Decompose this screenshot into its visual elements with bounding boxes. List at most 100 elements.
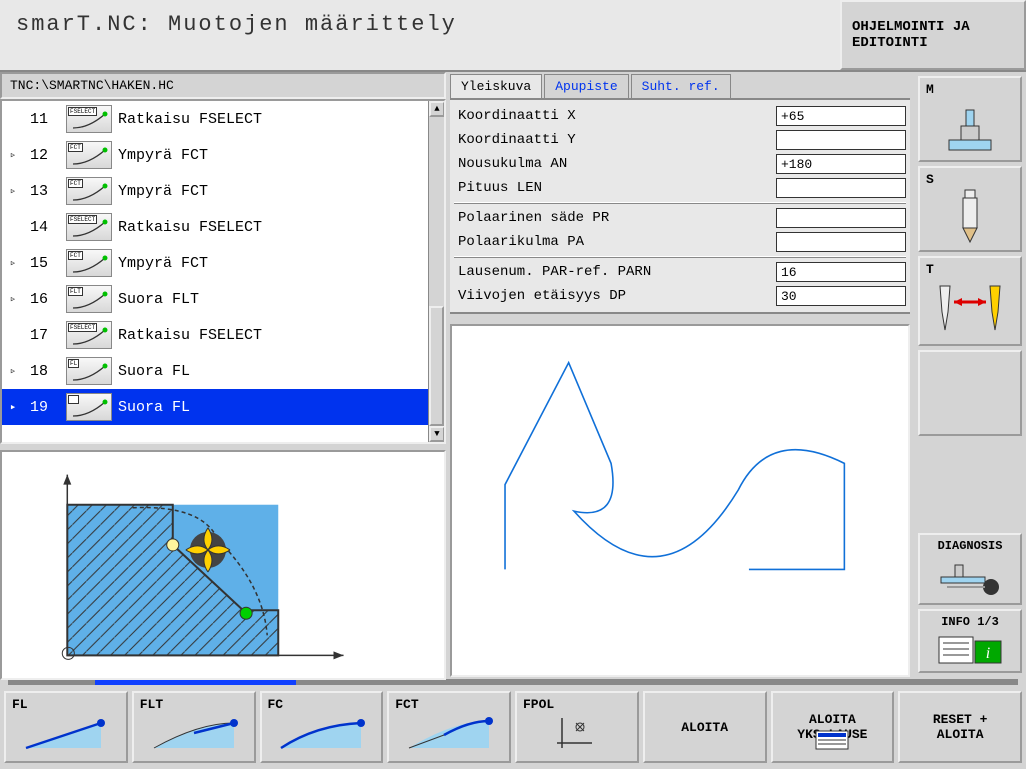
polar-input-0[interactable] xyxy=(776,208,906,228)
ref-label-0: Lausenum. PAR-ref. PARN xyxy=(454,264,776,280)
blank-button-1[interactable] xyxy=(918,350,1022,436)
tree-row-13[interactable]: ▹ 13 FCT Ympyrä FCT xyxy=(2,173,444,209)
fl-button[interactable]: FL xyxy=(4,691,128,763)
fpol-label: FPOL xyxy=(523,697,554,712)
info-panel[interactable]: INFO 1/3 i xyxy=(918,609,1022,673)
block-label: Ympyrä FCT xyxy=(118,147,208,164)
polar-label-0: Polaarinen säde PR xyxy=(454,210,776,226)
block-label: Ympyrä FCT xyxy=(118,255,208,272)
toolpath-help-graphic xyxy=(0,450,446,680)
single-block-icon xyxy=(812,727,852,753)
coord-input-0[interactable] xyxy=(776,106,906,126)
s-label: S xyxy=(926,172,934,187)
tab-bar: Yleiskuva Apupiste Suht. ref. xyxy=(450,74,910,100)
line-number: 16 xyxy=(20,291,60,308)
line-number: 18 xyxy=(20,363,60,380)
scrollbar[interactable]: ▲ ▼ xyxy=(428,101,444,442)
line-number: 12 xyxy=(20,147,60,164)
parameter-form: Koordinaatti X Koordinaatti Y Nousukulma… xyxy=(450,100,910,314)
fpol-button[interactable]: FPOL xyxy=(515,691,639,763)
ref-label-1: Viivojen etäisyys DP xyxy=(454,288,776,304)
fc-label: FC xyxy=(268,697,284,712)
block-icon: FL xyxy=(66,357,112,385)
expand-icon: ▸ xyxy=(6,400,20,414)
scroll-up-button[interactable]: ▲ xyxy=(429,101,445,117)
tree-row-19[interactable]: ▸ 19 FL Suora FL xyxy=(2,389,444,425)
start-single-button[interactable]: ALOITA YKS.LAUSE xyxy=(771,691,895,763)
expand-icon: ▹ xyxy=(6,256,20,270)
block-label: Suora FL xyxy=(118,399,190,416)
machine-icon xyxy=(943,106,997,154)
spindle-icon xyxy=(955,188,985,244)
tree-row-16[interactable]: ▹ 16 FLT Suora FLT xyxy=(2,281,444,317)
fct-button[interactable]: FCT xyxy=(387,691,511,763)
ref-input-1[interactable] xyxy=(776,286,906,306)
coord-label-3: Pituus LEN xyxy=(454,180,776,196)
tree-row-17[interactable]: 17 FSELECT Ratkaisu FSELECT xyxy=(2,317,444,353)
block-label: Ympyrä FCT xyxy=(118,183,208,200)
block-icon: FSELECT xyxy=(66,105,112,133)
svg-text:i: i xyxy=(986,645,990,662)
block-icon: FL xyxy=(66,393,112,421)
page-title: smarT.NC: Muotojen määrittely xyxy=(0,0,840,70)
m-label: M xyxy=(926,82,934,97)
program-tree[interactable]: 11 FSELECT Ratkaisu FSELECT ▹ 12 FCT Ymp… xyxy=(0,99,446,444)
expand-icon: ▹ xyxy=(6,184,20,198)
coord-label-2: Nousukulma AN xyxy=(454,156,776,172)
tree-row-14[interactable]: 14 FSELECT Ratkaisu FSELECT xyxy=(2,209,444,245)
fc-icon xyxy=(276,713,366,753)
diagnosis-icon xyxy=(935,563,1005,597)
t-label: T xyxy=(926,262,934,277)
coord-input-1[interactable] xyxy=(776,130,906,150)
mode-programming-button[interactable]: OHJELMOINTI JA EDITOINTI xyxy=(840,0,1026,70)
tree-row-18[interactable]: ▹ 18 FL Suora FL xyxy=(2,353,444,389)
tree-row-11[interactable]: 11 FSELECT Ratkaisu FSELECT xyxy=(2,101,444,137)
line-number: 17 xyxy=(20,327,60,344)
block-label: Suora FLT xyxy=(118,291,199,308)
fc-button[interactable]: FC xyxy=(260,691,384,763)
expand-icon: ▹ xyxy=(6,148,20,162)
flt-label: FLT xyxy=(140,697,163,712)
block-label: Ratkaisu FSELECT xyxy=(118,327,262,344)
scroll-thumb[interactable] xyxy=(429,306,444,426)
tree-row-12[interactable]: ▹ 12 FCT Ympyrä FCT xyxy=(2,137,444,173)
diagnosis-button[interactable]: DIAGNOSIS xyxy=(918,533,1022,605)
ref-input-0[interactable] xyxy=(776,262,906,282)
fct-icon xyxy=(404,713,494,753)
expand-icon: ▹ xyxy=(6,364,20,378)
line-number: 19 xyxy=(20,399,60,416)
start-button[interactable]: ALOITA xyxy=(643,691,767,763)
tab-relref[interactable]: Suht. ref. xyxy=(631,74,731,98)
fl-label: FL xyxy=(12,697,28,712)
info-label: INFO 1/3 xyxy=(924,615,1016,629)
block-icon: FLT xyxy=(66,285,112,313)
flt-icon xyxy=(149,713,239,753)
fl-icon xyxy=(21,713,111,753)
block-label: Suora FL xyxy=(118,363,190,380)
file-path: TNC:\SMARTNC\HAKEN.HC xyxy=(0,72,446,99)
spindle-s-button[interactable]: S xyxy=(918,166,1022,252)
flt-button[interactable]: FLT xyxy=(132,691,256,763)
scroll-down-button[interactable]: ▼ xyxy=(429,426,445,442)
coord-input-3[interactable] xyxy=(776,178,906,198)
block-icon: FSELECT xyxy=(66,213,112,241)
fct-label: FCT xyxy=(395,697,418,712)
block-icon: FCT xyxy=(66,249,112,277)
block-icon: FCT xyxy=(66,177,112,205)
tab-overview[interactable]: Yleiskuva xyxy=(450,74,542,98)
diagnosis-label: DIAGNOSIS xyxy=(920,539,1020,553)
line-number: 14 xyxy=(20,219,60,236)
coord-input-2[interactable] xyxy=(776,154,906,174)
machine-m-button[interactable]: M xyxy=(918,76,1022,162)
reset-start-button[interactable]: RESET + ALOITA xyxy=(898,691,1022,763)
tree-row-15[interactable]: ▹ 15 FCT Ympyrä FCT xyxy=(2,245,444,281)
block-label: Ratkaisu FSELECT xyxy=(118,111,262,128)
tool-t-button[interactable]: T xyxy=(918,256,1022,346)
contour-graphic xyxy=(450,324,910,677)
block-icon: FSELECT xyxy=(66,321,112,349)
block-label: Ratkaisu FSELECT xyxy=(118,219,262,236)
polar-input-1[interactable] xyxy=(776,232,906,252)
polar-label-1: Polaarikulma PA xyxy=(454,234,776,250)
tab-auxpoint[interactable]: Apupiste xyxy=(544,74,628,98)
fpol-icon xyxy=(552,713,602,753)
